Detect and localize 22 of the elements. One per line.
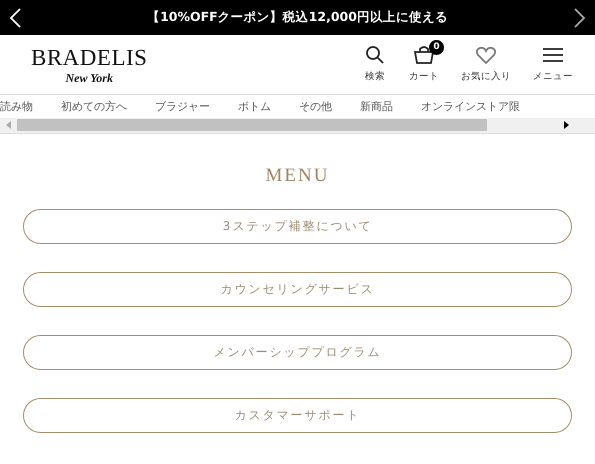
category-link[interactable]: ブラジャー (155, 99, 210, 115)
scroll-right-icon[interactable] (564, 121, 569, 130)
chevron-right-icon[interactable] (572, 6, 587, 28)
menu-title: MENU (266, 164, 330, 188)
cart-label[interactable]: カート (409, 70, 439, 85)
category-link[interactable]: オンラインストア限 (421, 99, 520, 115)
logo-text: BRADELIS (31, 46, 148, 68)
heart-icon[interactable] (474, 44, 498, 66)
horizontal-scrollbar[interactable] (0, 118, 595, 133)
category-link[interactable]: 読み物 (0, 99, 33, 115)
logo[interactable]: BRADELIS New York (31, 46, 148, 84)
category-link[interactable]: ボトム (238, 99, 271, 115)
category-link[interactable]: その他 (299, 99, 332, 115)
scrollbar-thumb[interactable] (17, 119, 487, 132)
heart-label[interactable]: お気に入り (461, 70, 511, 85)
category-link[interactable]: 新商品 (360, 99, 393, 115)
count-badge: 0 (429, 40, 444, 56)
logo-subtitle: New York (66, 72, 113, 84)
search-label[interactable]: 検索 (365, 70, 385, 85)
chevron-left-icon[interactable] (8, 6, 22, 28)
menu-label[interactable]: メニュー (533, 70, 573, 85)
category-link[interactable]: 初めての方へ (61, 99, 127, 115)
